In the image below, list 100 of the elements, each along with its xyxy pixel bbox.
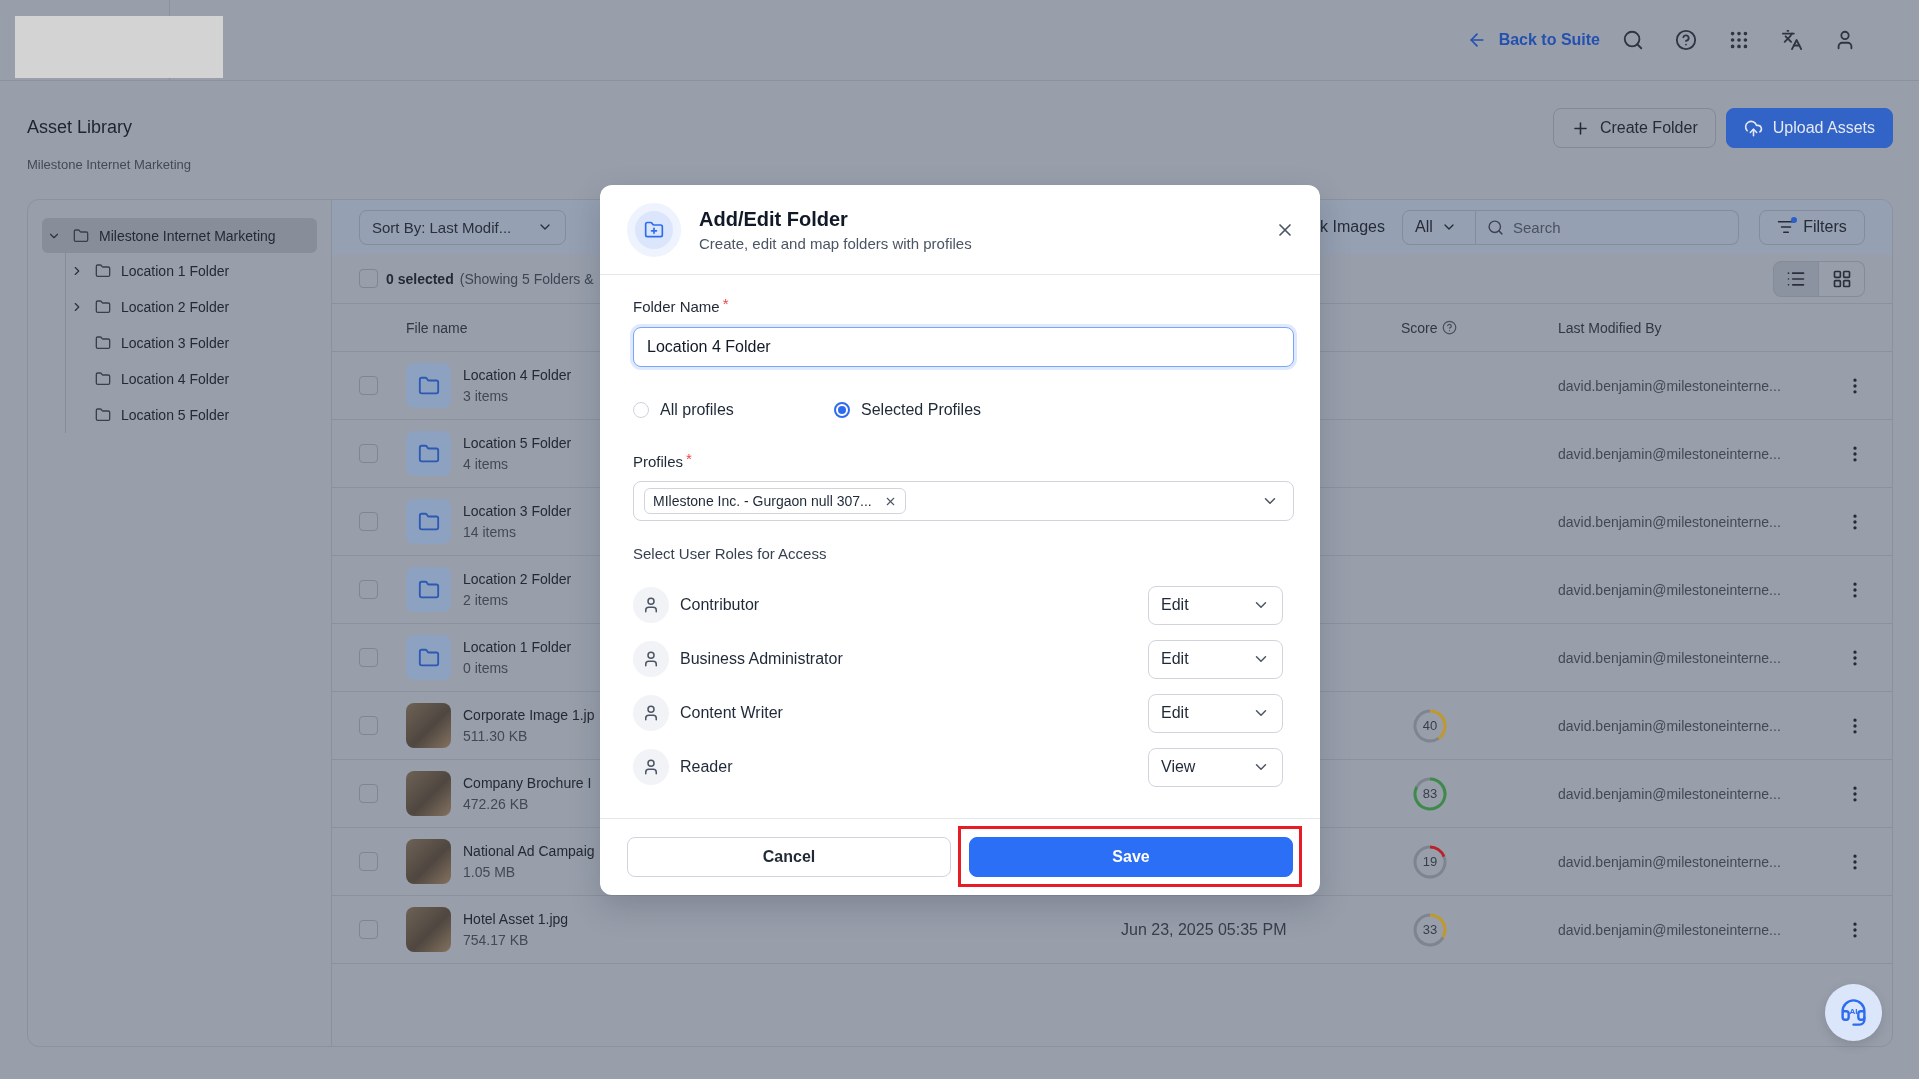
help-icon[interactable] [1441, 320, 1457, 335]
translate-icon[interactable] [1781, 29, 1803, 51]
tree-item[interactable]: Location 3 Folder [66, 325, 317, 361]
folder-plus-icon [627, 202, 681, 257]
save-button[interactable]: Save [969, 837, 1293, 877]
list-view-button[interactable] [1773, 260, 1819, 297]
folder-icon [95, 263, 111, 279]
file-meta: 754.17 KB [463, 931, 529, 949]
dialog-title: Add/Edit Folder [699, 206, 848, 231]
checkbox[interactable] [359, 852, 378, 871]
page-title: Asset Library [27, 116, 133, 138]
modified-by: david.benjamin@milestoneinterne... [1558, 377, 1781, 394]
modified-by: david.benjamin@milestoneinterne... [1558, 581, 1781, 598]
file-meta: 2 items [463, 591, 509, 609]
checkbox[interactable] [359, 648, 378, 667]
upload-button[interactable]: Upload Assets [1725, 108, 1893, 148]
required-mark: * [686, 452, 692, 466]
ai-assistant-button[interactable]: AI [1825, 984, 1882, 1041]
search-field[interactable]: Search [1476, 209, 1739, 245]
folder-icon [95, 371, 111, 387]
access-dropdown[interactable]: Edit [1148, 693, 1283, 733]
tree-item[interactable]: Location 4 Folder [66, 361, 317, 397]
filters-button[interactable]: Filters [1759, 209, 1865, 245]
score-ring [1412, 775, 1448, 812]
field-label: Profiles [633, 452, 684, 472]
tree-item[interactable]: Location 1 Folder [66, 253, 317, 289]
access-dropdown[interactable]: Edit [1148, 585, 1283, 625]
grid-view-button[interactable] [1819, 260, 1865, 297]
folder-icon [95, 299, 111, 315]
photo-placeholder [406, 907, 451, 952]
photo-placeholder [406, 839, 451, 884]
role-name: Contributor [680, 596, 760, 614]
score-ring [1412, 911, 1448, 948]
checkbox[interactable] [359, 444, 378, 463]
file-name: Location 1 Folder [463, 638, 572, 656]
modified-by: david.benjamin@milestoneinterne... [1558, 853, 1781, 870]
file-meta: 0 items [463, 659, 509, 677]
page-subtitle: Milestone Internet Marketing [27, 157, 192, 173]
folder-icon [406, 363, 451, 408]
checkbox[interactable] [359, 512, 378, 531]
help-icon[interactable] [1675, 29, 1697, 51]
modified-by: david.benjamin@milestoneinterne... [1558, 513, 1781, 530]
file-name: Location 5 Folder [463, 434, 572, 452]
file-name: Corporate Image 1.jp [463, 706, 595, 724]
role-name: Reader [680, 758, 733, 776]
tree-item[interactable]: Location 5 Folder [66, 397, 317, 433]
chip-label: MIlestone Inc. - Gurgaon null 307... [653, 493, 872, 509]
photo-placeholder [406, 703, 451, 748]
search-icon [1487, 218, 1504, 236]
tree-item[interactable]: Location 2 Folder [66, 289, 317, 325]
modified-by: david.benjamin@milestoneinterne... [1558, 445, 1781, 462]
cancel-button[interactable]: Cancel [627, 837, 951, 877]
images-label: k Images [1320, 218, 1385, 236]
modified-by: david.benjamin@milestoneinterne... [1558, 921, 1781, 938]
folder-icon [73, 227, 89, 244]
section-heading: Select User Roles for Access [633, 544, 827, 564]
grid-icon [1831, 268, 1852, 289]
file-name: Location 2 Folder [463, 570, 572, 588]
column-header: File name [406, 319, 468, 336]
file-meta: 3 items [463, 387, 509, 405]
checkbox[interactable] [359, 920, 378, 939]
checkbox[interactable] [359, 376, 378, 395]
file-name: Hotel Asset 1.jpg [463, 910, 569, 928]
required-mark: * [722, 297, 729, 311]
folder-icon [406, 635, 451, 680]
headset-icon [1839, 998, 1868, 1027]
field-label: Folder Name [633, 297, 720, 317]
score-value: 19 [1421, 853, 1439, 870]
modified-by: david.benjamin@milestoneinterne... [1558, 649, 1781, 666]
column-header: Last Modified By [1558, 319, 1662, 336]
sort-dropdown[interactable]: Sort By: Last Modif... [359, 209, 566, 245]
checkbox[interactable] [359, 784, 378, 803]
folder-name-input[interactable]: Location 4 Folder [633, 327, 1294, 367]
checkbox[interactable] [359, 269, 378, 288]
role-name: Business Administrator [680, 650, 843, 668]
search-icon[interactable] [1622, 29, 1644, 51]
user-avatar-icon [633, 641, 669, 677]
checkbox[interactable] [359, 580, 378, 599]
modified-date: Jun 23, 2025 05:35 PM [1121, 920, 1287, 939]
folder-icon [95, 407, 111, 423]
user-avatar-icon [633, 695, 669, 731]
access-dropdown[interactable]: Edit [1148, 639, 1283, 679]
dialog-subtitle: Create, edit and map folders with profiles [699, 234, 972, 253]
score-ring [1412, 843, 1448, 880]
profiles-select[interactable]: MIlestone Inc. - Gurgaon null 307... [633, 481, 1294, 521]
access-dropdown[interactable]: View [1148, 747, 1283, 787]
role-name: Content Writer [680, 704, 783, 722]
radio-button[interactable] [834, 402, 850, 418]
create-folder-button[interactable]: Create Folder [1552, 108, 1716, 148]
type-dropdown[interactable]: All [1402, 209, 1476, 245]
modified-by: david.benjamin@milestoneinterne... [1558, 785, 1781, 802]
selected-count: 0 selected [386, 270, 454, 287]
score-ring [1412, 707, 1448, 744]
folder-icon [95, 335, 111, 351]
apps-grid-icon[interactable] [1728, 29, 1750, 51]
photo-placeholder [406, 771, 451, 816]
checkbox[interactable] [359, 716, 378, 735]
file-name: National Ad Campaig [463, 842, 595, 860]
tree-item[interactable]: Milestone Internet Marketing [42, 218, 317, 253]
score-value: 33 [1421, 921, 1439, 938]
